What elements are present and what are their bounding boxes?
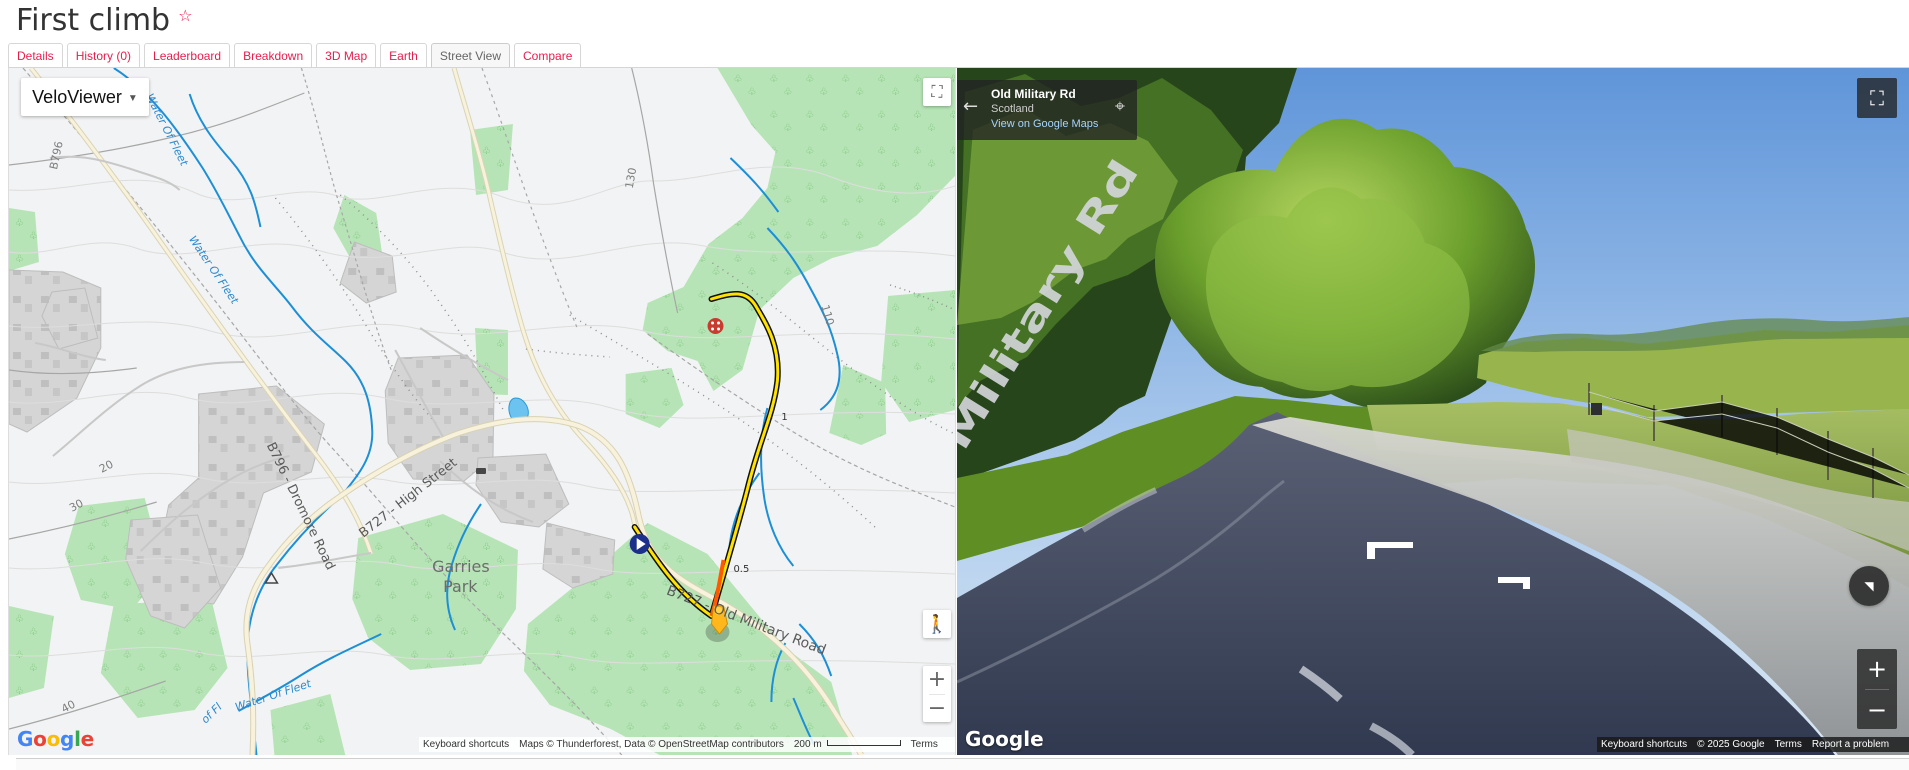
map-canvas[interactable]: ♧ ♧ <box>9 68 955 755</box>
tab-compare[interactable]: Compare <box>514 43 582 67</box>
map-scale-label: 200 m <box>793 739 822 750</box>
street-view-zoom-out-button[interactable]: − <box>1857 690 1897 729</box>
map-google-logo: Google <box>17 727 94 751</box>
bottom-strip <box>16 758 1909 770</box>
location-pin-icon[interactable]: ⌖ <box>1112 95 1128 117</box>
map-panel[interactable]: ♧ ♧ <box>8 68 956 755</box>
page-title: First climb <box>16 3 171 38</box>
map-fullscreen-icon[interactable]: ⛶ <box>923 78 951 106</box>
start-marker[interactable] <box>629 534 650 554</box>
street-view-fullscreen-icon[interactable]: ⛶ <box>1857 78 1897 118</box>
dropdown-caret-icon: ▼ <box>127 92 138 104</box>
street-view-zoom-control: + − <box>1857 649 1897 729</box>
page-title-row: First climb ☆ <box>16 0 192 36</box>
map-scale-bar <box>826 739 901 746</box>
garries-label: Garries <box>432 557 490 576</box>
view-on-google-maps-link[interactable]: View on Google Maps <box>991 116 1109 132</box>
tab-history-label: History (0) <box>75 48 132 63</box>
map-zoom-in-button[interactable]: + <box>923 666 951 694</box>
tab-bar: Details History (0) Leaderboard Breakdow… <box>8 43 582 67</box>
street-view-road-name: Old Military Rd <box>991 87 1076 101</box>
street-view-info-card: ← Old Military Rd Scotland View on Googl… <box>957 80 1137 140</box>
veloviewer-layer-button[interactable]: VeloViewer ▼ <box>21 78 149 116</box>
tab-breakdown-label: Breakdown <box>243 48 304 63</box>
map-keyboard-shortcuts-link[interactable]: Keyboard shortcuts <box>423 739 509 750</box>
finish-marker[interactable] <box>707 318 724 334</box>
tab-street-view-label: Street View <box>439 48 502 63</box>
tab-breakdown[interactable]: Breakdown <box>234 43 313 67</box>
route-distance-05-label: 0.5 <box>733 564 749 575</box>
map-zoom-out-button[interactable]: − <box>923 695 951 722</box>
compass-icon[interactable]: ◥ <box>1849 566 1889 606</box>
back-arrow-icon[interactable]: ← <box>963 96 978 117</box>
tab-details[interactable]: Details <box>8 43 63 67</box>
park-label: Park <box>443 577 478 596</box>
street-view-image[interactable]: Old Military Rd <box>957 68 1909 755</box>
tab-compare-label: Compare <box>523 48 573 63</box>
tab-earth-label: Earth <box>389 48 418 63</box>
tab-street-view[interactable]: Street View <box>430 43 511 67</box>
map-zoom-control: + − <box>923 666 951 722</box>
tab-earth[interactable]: Earth <box>380 43 427 67</box>
map-scale: 200 m <box>794 739 901 750</box>
report-a-problem-link[interactable]: Report a problem <box>1812 739 1889 750</box>
street-view-country: Scotland <box>991 103 1034 115</box>
map-attribution-bar: Keyboard shortcuts Maps © Thunderforest,… <box>419 737 955 752</box>
map-terms-link[interactable]: Terms <box>911 739 938 750</box>
street-view-panel[interactable]: Old Military Rd ← Old Military Rd Scotla… <box>957 68 1909 755</box>
street-view-copyright: © 2025 Google <box>1697 739 1765 750</box>
street-view-terms-link[interactable]: Terms <box>1775 739 1802 750</box>
tab-3d-map-label: 3D Map <box>325 48 368 63</box>
street-view-text: Old Military Rd Scotland View on Google … <box>991 86 1109 132</box>
tab-details-label: Details <box>17 48 54 63</box>
street-view-zoom-in-button[interactable]: + <box>1857 649 1897 689</box>
tab-leaderboard[interactable]: Leaderboard <box>144 43 231 67</box>
tab-3d-map[interactable]: 3D Map <box>316 43 377 67</box>
veloviewer-layer-label: VeloViewer <box>32 86 122 107</box>
route-distance-1-label: 1 <box>781 412 787 423</box>
map-data-attribution: Maps © Thunderforest, Data © OpenStreetM… <box>519 739 784 750</box>
street-view-attribution-bar: Keyboard shortcuts © 2025 Google Terms R… <box>1597 737 1909 752</box>
star-icon[interactable]: ☆ <box>178 8 192 24</box>
street-view-google-logo: Google <box>965 727 1044 751</box>
pegman-icon[interactable]: 🚶 <box>923 610 951 638</box>
street-view-keyboard-shortcuts-link[interactable]: Keyboard shortcuts <box>1601 739 1687 750</box>
tab-leaderboard-label: Leaderboard <box>153 48 222 63</box>
road-sign <box>1591 403 1602 415</box>
tab-history[interactable]: History (0) <box>66 43 141 67</box>
